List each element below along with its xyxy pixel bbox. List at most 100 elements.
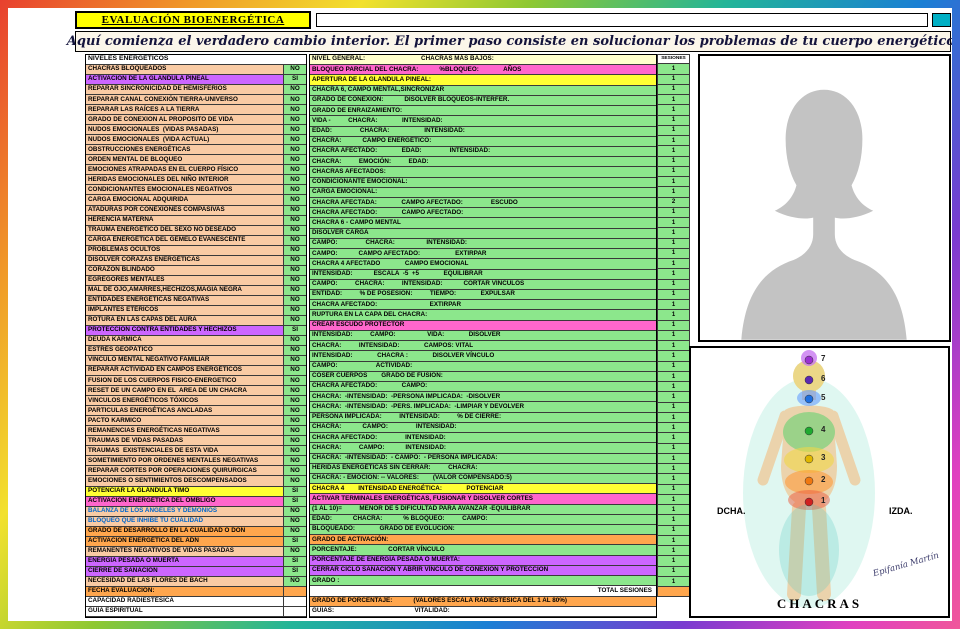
row-value[interactable]: NO: [284, 155, 306, 164]
session-cell[interactable]: [657, 608, 690, 618]
row-label[interactable]: VINCULO MENTAL NEGATIVO FAMILIAR: [86, 356, 284, 365]
row-text[interactable]: CHACRA AFECTADO: INTENSIDAD:: [310, 433, 656, 443]
row-label[interactable]: POTENCIAR LA GLÁNDULA TIMO: [86, 487, 284, 496]
row-label[interactable]: GRADO DE DESARROLLO EN LA CUALIDAD O DON: [86, 527, 284, 536]
row-text[interactable]: CHACRA AFECTADO: EXTIRPAR: [310, 300, 656, 310]
row-label[interactable]: CIERRE DE SANACIÓN: [86, 567, 284, 576]
row-value[interactable]: NO: [284, 145, 306, 154]
session-cell[interactable]: 1: [657, 341, 690, 351]
row-text[interactable]: PORCENTAJE DE ENERGÍA PESADA O MUERTA:: [310, 556, 656, 566]
row-text[interactable]: CARGA EMOCIONAL:: [310, 188, 656, 198]
session-cell[interactable]: 1: [657, 546, 690, 556]
session-cell[interactable]: 1: [657, 515, 690, 525]
session-cell[interactable]: 1: [657, 331, 690, 341]
row-label[interactable]: BALANZA DE LOS ANGELES Y DEMONIOS: [86, 507, 284, 516]
row-label[interactable]: VINCULOS ENERGÉTICOS TÓXICOS: [86, 396, 284, 405]
row-value[interactable]: NO: [284, 356, 306, 365]
row-value[interactable]: SI: [284, 487, 306, 496]
row-value[interactable]: NO: [284, 65, 306, 74]
row-label[interactable]: TRAUMA ENERGÉTICO DEL SEXO NO DESEADO: [86, 226, 284, 235]
row-value[interactable]: NO: [284, 216, 306, 225]
row-text[interactable]: CAMPO: ACTIVIDAD:: [310, 362, 656, 372]
row-text[interactable]: CHACRA: - EMOCIÓN: -- VALORES: (VALOR CO…: [310, 474, 656, 484]
row-value[interactable]: [284, 587, 306, 596]
row-text[interactable]: BLOQUEO PARCIAL DEL CHACRA: %BLOQUEO: AÑ…: [310, 65, 656, 75]
row-label[interactable]: ESTRÉS GEOPÁTICO: [86, 346, 284, 355]
row-text[interactable]: CAMPO: CHACRA: INTENSIDAD:: [310, 239, 656, 249]
session-cell[interactable]: 1: [657, 310, 690, 320]
row-text[interactable]: APERTURA DE LA GLANDULA PINEAL:: [310, 75, 656, 85]
title-blank-field[interactable]: [316, 13, 928, 27]
row-text[interactable]: CHACRA 6 - CAMPO MENTAL: [310, 218, 656, 228]
row-value[interactable]: NO: [284, 125, 306, 134]
row-label[interactable]: BLOQUEO QUE INHIBE TU CUALIDAD: [86, 517, 284, 526]
row-text[interactable]: INTENSIDAD: CAMPO: VIDA: DISOLVER: [310, 331, 656, 341]
row-text[interactable]: (1 AL 10)= MENOR DE 5 DIFICULTAD PARA AV…: [310, 505, 656, 515]
session-cell[interactable]: 1: [657, 464, 690, 474]
row-label[interactable]: ACTIVACIÓN ENERGÉTICA DEL ADN: [86, 537, 284, 546]
row-value[interactable]: SI: [284, 537, 306, 546]
session-cell[interactable]: 1: [657, 577, 690, 587]
row-text[interactable]: CHACRA: -INTENSIDAD: -PERS. IMPLICADA: -…: [310, 402, 656, 412]
session-cell[interactable]: 1: [657, 444, 690, 454]
row-value[interactable]: NO: [284, 165, 306, 174]
session-cell[interactable]: 1: [657, 403, 690, 413]
row-label[interactable]: ACTIVACIÓN DE LA GLANDULA PINEAL: [86, 75, 284, 84]
row-label[interactable]: CONDICIONANTES EMOCIONALES NEGATIVOS: [86, 185, 284, 194]
row-label[interactable]: ORDEN MENTAL DE BLOQUEO: [86, 155, 284, 164]
row-label[interactable]: CORAZÓN BLINDADO: [86, 266, 284, 275]
row-label[interactable]: CARGA ENERGÉTICA DEL GEMELO EVANESCENTE: [86, 236, 284, 245]
session-cell[interactable]: 1: [657, 556, 690, 566]
row-value[interactable]: NO: [284, 105, 306, 114]
row-text[interactable]: ENTIDAD: % DE POSESIÓN: TIEMPO: EXPULSAR: [310, 290, 656, 300]
session-cell[interactable]: 1: [657, 290, 690, 300]
session-cell[interactable]: 1: [657, 454, 690, 464]
row-text[interactable]: DISOLVER CARGA: [310, 229, 656, 239]
row-text[interactable]: TOTAL SESIONES: [310, 586, 656, 596]
sessions-header[interactable]: SESIONES: [657, 54, 690, 64]
row-label[interactable]: CHACRAS BLOQUEADOS: [86, 65, 284, 74]
row-label[interactable]: CARGA EMOCIONAL ADQUIRIDA: [86, 195, 284, 204]
row-text[interactable]: CAMPO: CHACRA: INTENSIDAD: CORTAR VINCUL…: [310, 280, 656, 290]
row-text[interactable]: RUPTURA EN LA CAPA DEL CHACRA:: [310, 310, 656, 320]
row-label[interactable]: ROTURA EN LAS CAPAS DEL AURA: [86, 316, 284, 325]
row-text[interactable]: CHACRA AFECTADA: CAMPO AFECTADO: ESCUDO: [310, 198, 656, 208]
session-cell[interactable]: 1: [657, 269, 690, 279]
row-value[interactable]: NO: [284, 507, 306, 516]
row-value[interactable]: NO: [284, 135, 306, 144]
row-label[interactable]: ACTIVACIÓN ENERGÉTICA DEL OMBLIGO: [86, 497, 284, 506]
row-text[interactable]: GRADO :: [310, 576, 656, 586]
row-label[interactable]: HERIDAS EMOCIONALES DEL NIÑO INTERIOR: [86, 175, 284, 184]
row-label[interactable]: EMOCIONES ATRAPADAS EN EL CUERPO FÍSICO: [86, 165, 284, 174]
session-cell[interactable]: 1: [657, 75, 690, 85]
row-value[interactable]: SI: [284, 497, 306, 506]
row-value[interactable]: NO: [284, 266, 306, 275]
row-label[interactable]: NUDOS EMOCIONALES (VIDAS PASADAS): [86, 125, 284, 134]
row-label[interactable]: HERENCIA MATERNA: [86, 216, 284, 225]
row-label[interactable]: REPARAR ACTIVIDAD EN CAMPOS ENERGÉTICOS: [86, 366, 284, 375]
row-label[interactable]: PROTECCIÓN CONTRA ENTIDADES Y HECHIZOS: [86, 326, 284, 335]
row-value[interactable]: NO: [284, 296, 306, 305]
row-label[interactable]: EGREGORES MENTALES: [86, 276, 284, 285]
row-label[interactable]: REPARAR SINCRONICIDAD DE HEMISFERIOS: [86, 85, 284, 94]
row-text[interactable]: HERIDAS ENERGÉTICAS SIN CERRAR: CHACRA:: [310, 464, 656, 474]
row-label[interactable]: RESET DE UN CAMPO EN EL AREA DE UN CHACR…: [86, 386, 284, 395]
session-cell[interactable]: 1: [657, 146, 690, 156]
row-label[interactable]: NUDOS EMOCIONALES (VIDA ACTUAL): [86, 135, 284, 144]
row-text[interactable]: CERRAR CICLO SANACIÓN Y ABRIR VÍNCULO DE…: [310, 566, 656, 576]
row-text[interactable]: CHACRAS AFECTADOS:: [310, 167, 656, 177]
row-value[interactable]: NO: [284, 256, 306, 265]
row-text[interactable]: GRADO DE ACTIVACIÓN:: [310, 535, 656, 545]
row-label[interactable]: PACTO KARMICO: [86, 416, 284, 425]
row-value[interactable]: SI: [284, 567, 306, 576]
row-value[interactable]: NO: [284, 306, 306, 315]
row-label[interactable]: REMANENCIAS ENERGÉTICAS NEGATIVAS: [86, 426, 284, 435]
row-value[interactable]: NO: [284, 316, 306, 325]
row-value[interactable]: NO: [284, 236, 306, 245]
row-text[interactable]: CHACRA AFECTADO: EDAD: INTENSIDAD:: [310, 147, 656, 157]
row-text[interactable]: GRADO DE PORCENTAJE: (VALORES ESCALA RAD…: [310, 597, 656, 607]
row-label[interactable]: GRADO DE CONEXION AL PROPOSITO DE VIDA: [86, 115, 284, 124]
row-text[interactable]: CHACRA: EMOCIÓN: EDAD:: [310, 157, 656, 167]
row-value[interactable]: NO: [284, 386, 306, 395]
row-text[interactable]: CHACRA: -INTENSIDAD: - CAMPO: - PERSONA …: [310, 454, 656, 464]
